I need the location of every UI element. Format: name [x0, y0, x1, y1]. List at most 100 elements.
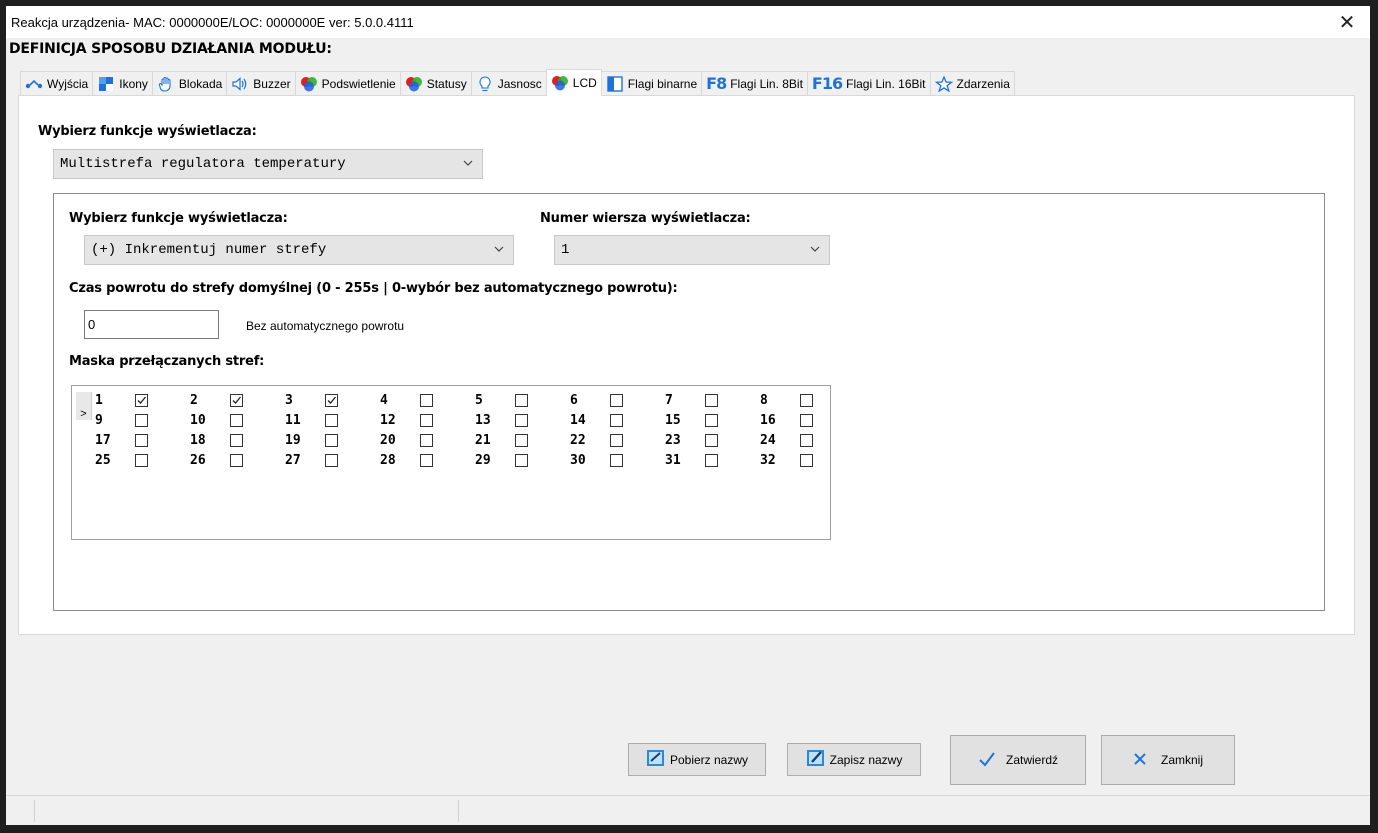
zone-16-cell: 16: [760, 413, 813, 428]
return-time-input[interactable]: 0: [84, 310, 219, 339]
zone-12-checkbox[interactable]: [420, 414, 433, 427]
tab-buzzer[interactable]: Buzzer: [226, 71, 296, 95]
zone-number: 4: [380, 393, 388, 408]
close-icon: [1133, 752, 1147, 769]
zone-25-checkbox[interactable]: [135, 454, 148, 467]
zone-10-checkbox[interactable]: [230, 414, 243, 427]
zone-9-cell: 9: [95, 413, 148, 428]
zone-13-checkbox[interactable]: [515, 414, 528, 427]
checkmark-icon: [232, 396, 241, 404]
tab-statusy[interactable]: Statusy: [399, 71, 472, 95]
zone-number: 2: [190, 393, 198, 408]
zone-3-cell: 3: [285, 393, 338, 408]
zone-28-checkbox[interactable]: [420, 454, 433, 467]
tab-ikony[interactable]: Ikony: [92, 71, 153, 95]
zone-1-cell: 1: [95, 393, 148, 408]
zone-16-checkbox[interactable]: [800, 414, 813, 427]
zone-13-cell: 13: [475, 413, 528, 428]
save-names-label: Zapisz nazwy: [829, 752, 903, 767]
zone-27-checkbox[interactable]: [325, 454, 338, 467]
zone-20-checkbox[interactable]: [420, 434, 433, 447]
tab-podswietlenie[interactable]: Podswietlenie: [294, 71, 401, 95]
zone-22-checkbox[interactable]: [610, 434, 623, 447]
hand-icon: [157, 76, 175, 92]
zone-number: 18: [190, 433, 206, 448]
zone-31-checkbox[interactable]: [705, 454, 718, 467]
zone-14-checkbox[interactable]: [610, 414, 623, 427]
zone-32-checkbox[interactable]: [800, 454, 813, 467]
zone-24-cell: 24: [760, 433, 813, 448]
tab-wyjscia[interactable]: Wyjścia: [20, 71, 94, 95]
display-function-value: Multistrefa regulatora temperatury: [60, 156, 346, 172]
zone-2-checkbox[interactable]: [230, 394, 243, 407]
tab-label: Jasnosc: [497, 76, 542, 91]
zone-23-checkbox[interactable]: [705, 434, 718, 447]
zone-1-checkbox[interactable]: [135, 394, 148, 407]
zone-15-checkbox[interactable]: [705, 414, 718, 427]
tab-lcd[interactable]: LCD: [545, 69, 602, 96]
zone-21-checkbox[interactable]: [515, 434, 528, 447]
tab-zdarzenia[interactable]: Zdarzenia: [929, 71, 1015, 95]
zone-number: 13: [475, 413, 491, 428]
bulb-icon: [476, 75, 494, 92]
zone-26-checkbox[interactable]: [230, 454, 243, 467]
zone-4-checkbox[interactable]: [420, 394, 433, 407]
display-function-select[interactable]: Multistrefa regulatora temperatury: [53, 149, 483, 179]
outputs-icon: [25, 76, 43, 92]
close-button[interactable]: Zamknij: [1101, 735, 1235, 785]
zone-2-cell: 2: [190, 393, 243, 408]
tab-jasnosc[interactable]: Jasnosc: [470, 71, 547, 95]
zone-11-checkbox[interactable]: [325, 414, 338, 427]
zone-6-checkbox[interactable]: [610, 394, 623, 407]
zone-5-cell: 5: [475, 393, 528, 408]
zone-24-checkbox[interactable]: [800, 434, 813, 447]
zone-number: 19: [285, 433, 301, 448]
tab-flagi-lin-8bit[interactable]: F8 Flagi Lin. 8Bit: [701, 71, 808, 95]
tab-flagi-lin-16bit[interactable]: F16 Flagi Lin. 16Bit: [806, 71, 931, 95]
display-row-select[interactable]: 1: [554, 235, 830, 265]
zone-18-checkbox[interactable]: [230, 434, 243, 447]
zone-number: 16: [760, 413, 776, 428]
chevron-down-icon: [494, 246, 504, 252]
zone-9-checkbox[interactable]: [135, 414, 148, 427]
zone-19-checkbox[interactable]: [325, 434, 338, 447]
zone-29-checkbox[interactable]: [515, 454, 528, 467]
zone-12-cell: 12: [380, 413, 433, 428]
zone-number: 15: [665, 413, 681, 428]
checkmark-icon: [137, 396, 146, 404]
zone-number: 10: [190, 413, 206, 428]
zone-8-checkbox[interactable]: [800, 394, 813, 407]
zone-26-cell: 26: [190, 453, 243, 468]
speaker-icon: [231, 76, 249, 92]
zone-7-checkbox[interactable]: [705, 394, 718, 407]
zone-17-checkbox[interactable]: [135, 434, 148, 447]
zone-number: 17: [95, 433, 111, 448]
tab-label: Flagi binarne: [627, 76, 698, 91]
page-title: DEFINICJA SPOSOBU DZIAŁANIA MODUŁU:: [9, 41, 332, 57]
zone-23-cell: 23: [665, 433, 718, 448]
zone-30-checkbox[interactable]: [610, 454, 623, 467]
save-names-button[interactable]: Zapisz nazwy: [787, 743, 921, 776]
zone-20-cell: 20: [380, 433, 433, 448]
tab-label: Flagi Lin. 8Bit: [730, 76, 803, 91]
confirm-button[interactable]: Zatwierdź: [950, 735, 1086, 785]
tab-flagi-binarne[interactable]: Flagi binarne: [600, 71, 703, 95]
zone-21-cell: 21: [475, 433, 528, 448]
zone-32-cell: 32: [760, 453, 813, 468]
zone-5-checkbox[interactable]: [515, 394, 528, 407]
rgb-icon: [405, 76, 423, 92]
get-names-button[interactable]: Pobierz nazwy: [628, 743, 766, 776]
zone-3-checkbox[interactable]: [325, 394, 338, 407]
sub-function-select[interactable]: (+) Inkrementuj numer strefy: [84, 235, 514, 265]
tab-blokada[interactable]: Blokada: [151, 71, 228, 95]
zone-number: 20: [380, 433, 396, 448]
zone-31-cell: 31: [665, 453, 718, 468]
zone-10-cell: 10: [190, 413, 243, 428]
zone-8-cell: 8: [760, 393, 813, 408]
zone-14-cell: 14: [570, 413, 623, 428]
close-window-button[interactable]: ✕: [1324, 6, 1370, 38]
zone-6-cell: 6: [570, 393, 623, 408]
zone-number: 9: [95, 413, 103, 428]
binary-flag-icon: [606, 75, 624, 92]
zone-28-cell: 28: [380, 453, 433, 468]
